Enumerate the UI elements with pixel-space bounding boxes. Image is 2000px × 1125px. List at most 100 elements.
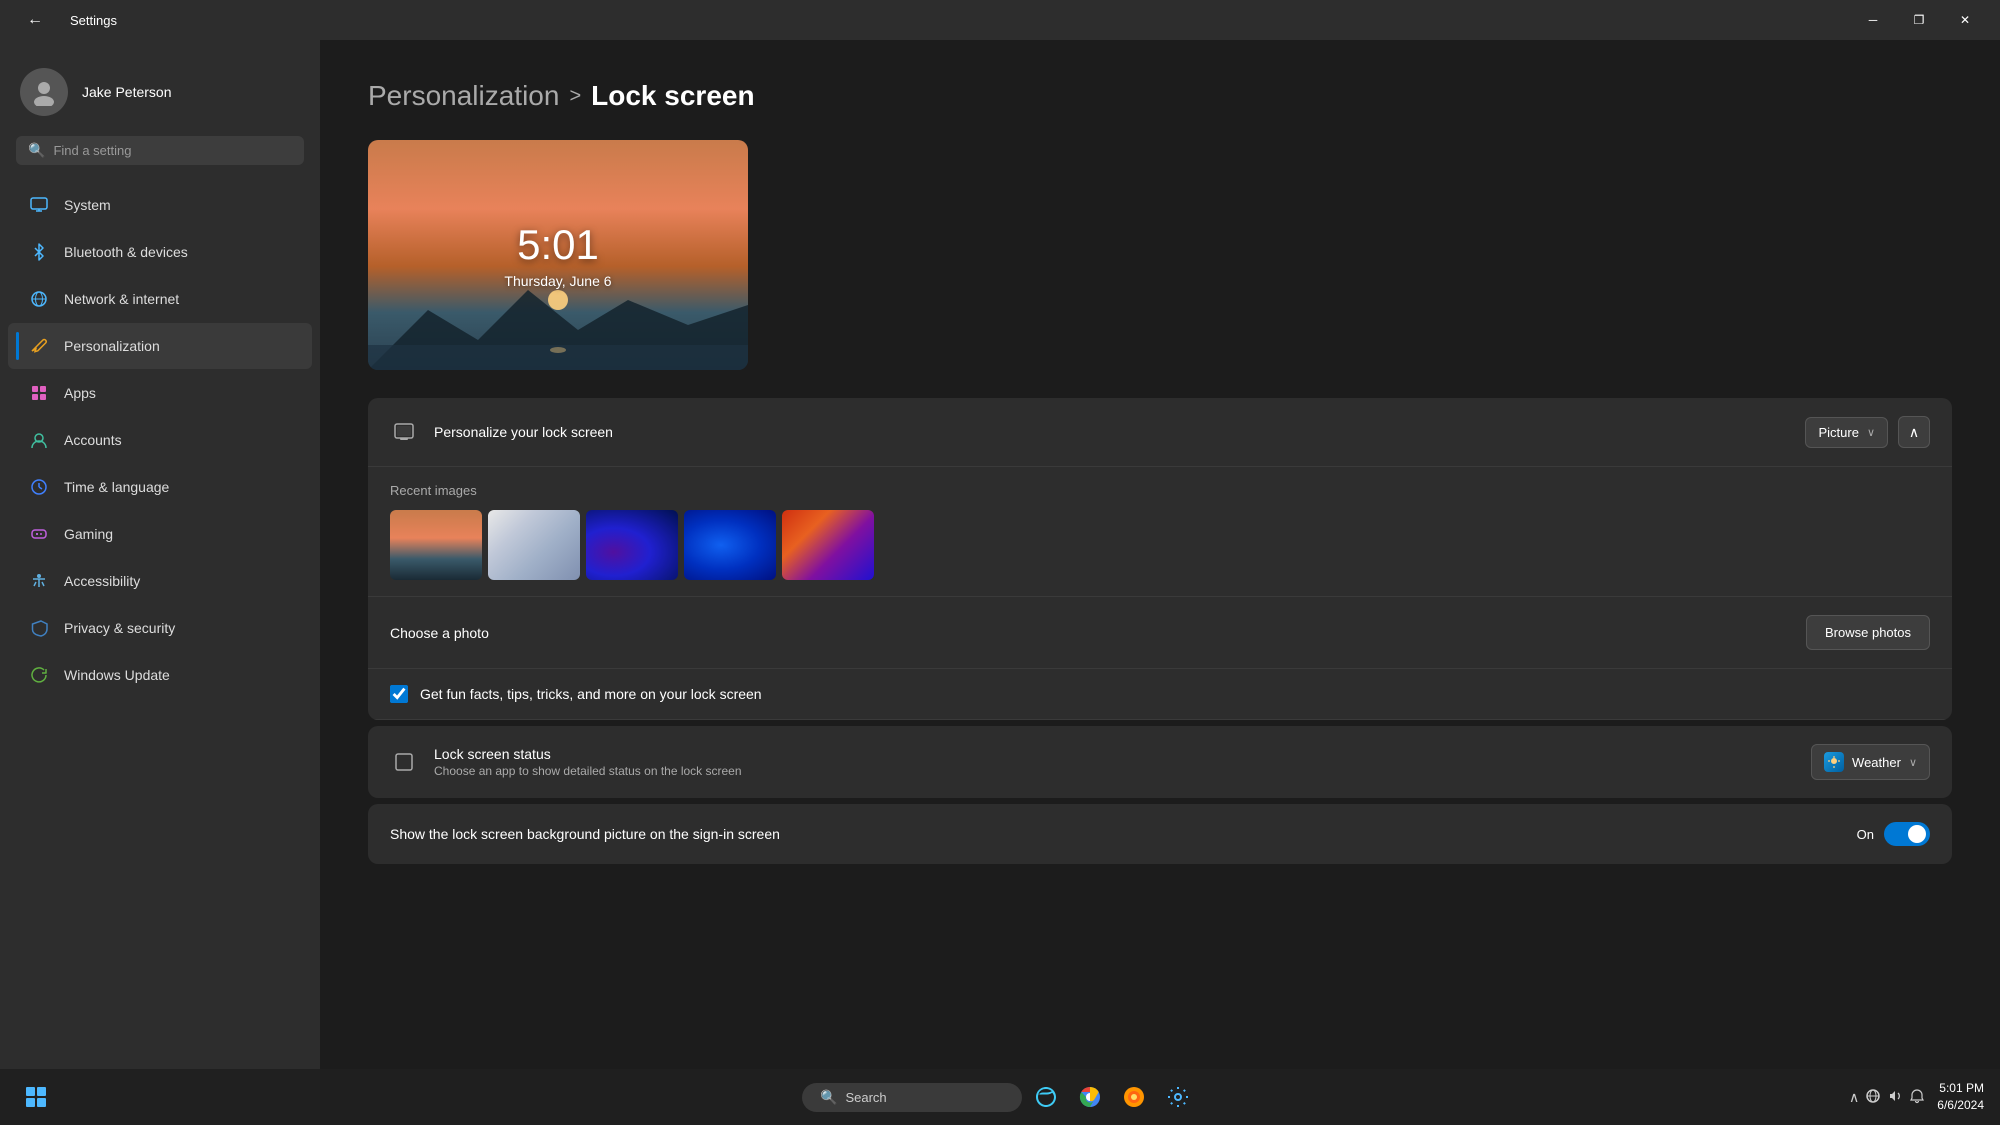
system-icon <box>28 194 50 216</box>
sidebar-label-network: Network & internet <box>64 291 179 307</box>
sidebar-label-personalization: Personalization <box>64 338 160 354</box>
recent-image-5[interactable] <box>782 510 874 580</box>
lock-status-row: Lock screen status Choose an app to show… <box>368 726 1952 798</box>
avatar <box>20 68 68 116</box>
fun-facts-row: Get fun facts, tips, tricks, and more on… <box>368 669 1952 720</box>
personalize-text: Personalize your lock screen <box>434 424 1789 440</box>
recent-image-4[interactable] <box>684 510 776 580</box>
taskbar-left <box>16 1077 56 1117</box>
dropdown-chevron-icon: ∨ <box>1867 426 1875 439</box>
sidebar-item-privacy[interactable]: Privacy & security <box>8 605 312 651</box>
gaming-icon <box>28 523 50 545</box>
accessibility-icon <box>28 570 50 592</box>
sidebar-item-bluetooth[interactable]: Bluetooth & devices <box>8 229 312 275</box>
lock-preview-date: Thursday, June 6 <box>504 273 611 289</box>
signin-toggle[interactable] <box>1884 822 1930 846</box>
taskbar-right: ∧ 5:01 PM <box>1849 1080 1984 1114</box>
network-tray-icon[interactable] <box>1865 1088 1881 1107</box>
signin-card: Show the lock screen background picture … <box>368 804 1952 864</box>
sidebar-item-time[interactable]: Time & language <box>8 464 312 510</box>
browse-photos-button[interactable]: Browse photos <box>1806 615 1930 650</box>
chrome-icon[interactable] <box>1070 1077 1110 1117</box>
weather-label: Weather <box>1852 755 1901 770</box>
sidebar-item-accounts[interactable]: Accounts <box>8 417 312 463</box>
taskbar-search-label: Search <box>845 1090 886 1105</box>
recent-image-1[interactable] <box>390 510 482 580</box>
tray-chevron-icon[interactable]: ∧ <box>1849 1089 1859 1106</box>
sidebar-label-apps: Apps <box>64 385 96 401</box>
sidebar: Jake Peterson 🔍 System <box>0 40 320 1125</box>
choose-photo-text: Choose a photo <box>390 625 1790 641</box>
choose-photo-row: Choose a photo Browse photos <box>368 597 1952 669</box>
settings-taskbar-icon[interactable] <box>1158 1077 1198 1117</box>
sidebar-item-gaming[interactable]: Gaming <box>8 511 312 557</box>
privacy-icon <box>28 617 50 639</box>
firefox-icon[interactable] <box>1114 1077 1154 1117</box>
title-bar: ← Settings ─ ❐ ✕ <box>0 0 2000 40</box>
title-bar-left: ← Settings <box>12 0 117 40</box>
update-icon <box>28 664 50 686</box>
lock-status-card: Lock screen status Choose an app to show… <box>368 726 1952 798</box>
breadcrumb: Personalization > Lock screen <box>368 80 1952 112</box>
lock-status-icon <box>390 748 418 776</box>
time-display: 5:01 PM <box>1937 1080 1984 1097</box>
personalize-controls: Picture ∨ ∧ <box>1805 416 1930 448</box>
apps-icon <box>28 382 50 404</box>
bluetooth-icon <box>28 241 50 263</box>
user-name: Jake Peterson <box>82 84 172 100</box>
user-profile[interactable]: Jake Peterson <box>0 56 320 136</box>
sidebar-label-bluetooth: Bluetooth & devices <box>64 244 188 260</box>
taskbar: 🔍 Search <box>0 1069 2000 1125</box>
expand-button[interactable]: ∧ <box>1898 416 1930 448</box>
recent-images-section: Recent images <box>368 467 1952 597</box>
fun-facts-checkbox[interactable] <box>390 685 408 703</box>
signin-text: Show the lock screen background picture … <box>390 826 1841 842</box>
weather-dropdown-button[interactable]: Weather ∨ <box>1811 744 1930 780</box>
title-bar-title: Settings <box>70 13 117 28</box>
weather-chevron-icon: ∨ <box>1909 756 1917 769</box>
sidebar-item-update[interactable]: Windows Update <box>8 652 312 698</box>
taskbar-time[interactable]: 5:01 PM 6/6/2024 <box>1937 1080 1984 1114</box>
recent-image-2[interactable] <box>488 510 580 580</box>
toggle-container: On <box>1857 822 1930 846</box>
minimize-button[interactable]: ─ <box>1850 0 1896 40</box>
close-button[interactable]: ✕ <box>1942 0 1988 40</box>
lock-status-desc: Choose an app to show detailed status on… <box>434 764 1795 778</box>
maximize-button[interactable]: ❐ <box>1896 0 1942 40</box>
sidebar-item-network[interactable]: Network & internet <box>8 276 312 322</box>
recent-image-3[interactable] <box>586 510 678 580</box>
sidebar-item-accessibility[interactable]: Accessibility <box>8 558 312 604</box>
taskbar-search[interactable]: 🔍 Search <box>802 1083 1022 1112</box>
personalization-icon <box>28 335 50 357</box>
volume-icon[interactable] <box>1887 1088 1903 1107</box>
title-bar-controls: ─ ❐ ✕ <box>1850 0 1988 40</box>
sidebar-item-personalization[interactable]: Personalization <box>8 323 312 369</box>
sidebar-item-system[interactable]: System <box>8 182 312 228</box>
search-bar[interactable]: 🔍 <box>16 136 304 165</box>
sidebar-item-apps[interactable]: Apps <box>8 370 312 416</box>
taskbar-search-icon: 🔍 <box>820 1089 837 1106</box>
start-button[interactable] <box>16 1077 56 1117</box>
recent-images-grid <box>390 510 1930 580</box>
lock-status-control: Weather ∨ <box>1811 744 1930 780</box>
personalize-dropdown[interactable]: Picture ∨ <box>1805 417 1888 448</box>
breadcrumb-parent[interactable]: Personalization <box>368 80 559 112</box>
search-input[interactable] <box>53 143 292 158</box>
personalize-title: Personalize your lock screen <box>434 424 1789 440</box>
main-content: Personalization > Lock screen 5:01 Thurs… <box>320 40 2000 1125</box>
notification-icon[interactable] <box>1909 1088 1925 1107</box>
choose-photo-title: Choose a photo <box>390 625 1790 641</box>
sidebar-label-gaming: Gaming <box>64 526 113 542</box>
lock-status-text: Lock screen status Choose an app to show… <box>434 746 1795 778</box>
network-icon <box>28 288 50 310</box>
sidebar-label-update: Windows Update <box>64 667 170 683</box>
sidebar-label-system: System <box>64 197 111 213</box>
sys-tray: ∧ <box>1849 1088 1925 1107</box>
nav-items: System Bluetooth & devices <box>0 181 320 1109</box>
signin-control: On <box>1857 822 1930 846</box>
app-body: Jake Peterson 🔍 System <box>0 40 2000 1125</box>
breadcrumb-separator: > <box>569 85 581 108</box>
breadcrumb-current: Lock screen <box>591 80 754 112</box>
back-button[interactable]: ← <box>12 0 58 40</box>
edge-icon[interactable] <box>1026 1077 1066 1117</box>
